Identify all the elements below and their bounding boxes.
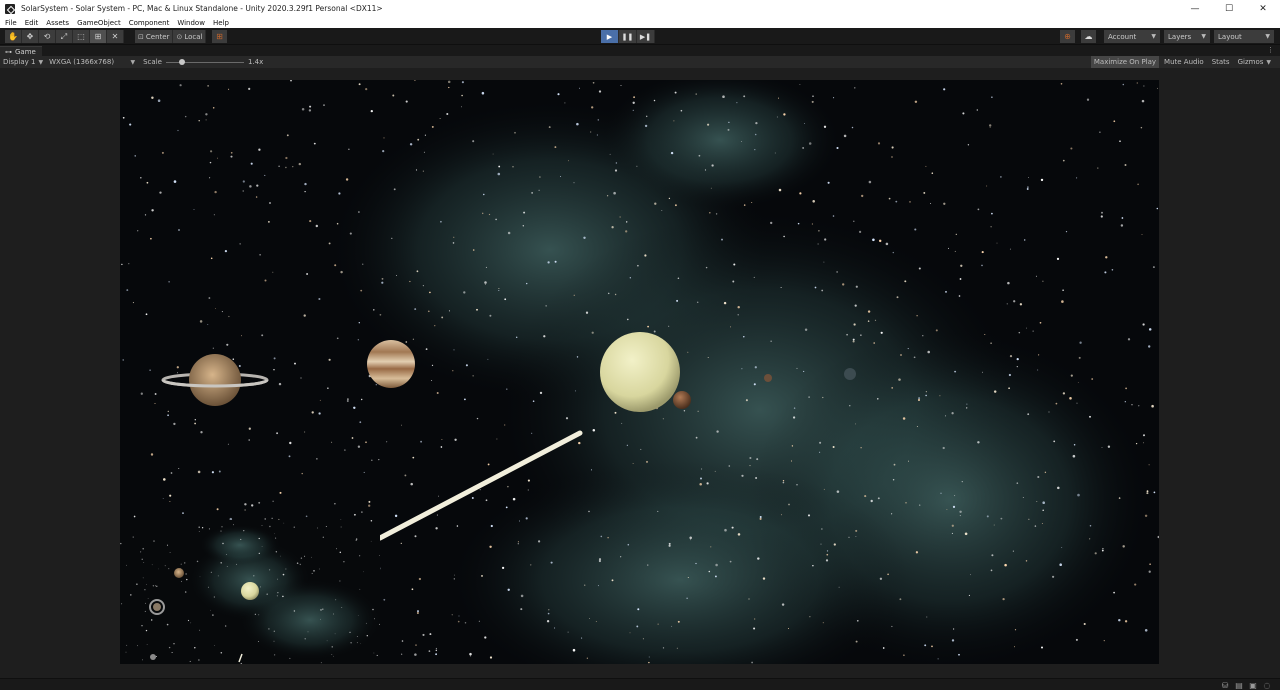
- chevron-down-icon: ▼: [130, 58, 136, 66]
- status-bar: ⛁ ▤ ▣ ◌: [0, 678, 1280, 690]
- jupiter-planet: [367, 340, 415, 388]
- scale-value: 1.4x: [247, 58, 264, 66]
- small-planet: [844, 368, 856, 380]
- game-view-toggles: Maximize On Play Mute Audio Stats Gizmos…: [1089, 56, 1274, 68]
- window-title-bar: SolarSystem - Solar System - PC, Mac & L…: [0, 0, 1280, 17]
- sun: [600, 332, 680, 412]
- move-tool-icon[interactable]: ✥: [22, 30, 39, 43]
- layout-dropdown[interactable]: Layout ▼: [1214, 30, 1274, 43]
- step-button[interactable]: ▶❚: [637, 30, 655, 43]
- debug-icon[interactable]: ◌: [1262, 680, 1272, 690]
- pivot-icon: ⊡: [138, 32, 144, 41]
- pivot-controls: ⊡ Center ⊙ Local: [135, 30, 207, 43]
- pivot-center-button[interactable]: ⊡ Center: [135, 30, 174, 43]
- custom-tool-icon[interactable]: ✕: [107, 30, 124, 43]
- menu-component[interactable]: Component: [129, 19, 170, 27]
- progress-icon[interactable]: ▤: [1234, 680, 1244, 690]
- gamepad-icon: ⊶: [5, 47, 12, 56]
- menu-window[interactable]: Window: [177, 19, 205, 27]
- menu-help[interactable]: Help: [213, 19, 229, 27]
- scene-render: [120, 80, 1159, 664]
- account-tools: ⊕ ☁ Account ▼ Layers ▼ Layout ▼: [1060, 30, 1274, 43]
- rotate-tool-icon[interactable]: ⟲: [39, 30, 56, 43]
- mute-audio-toggle[interactable]: Mute Audio: [1161, 56, 1207, 68]
- game-viewport[interactable]: [120, 80, 1159, 664]
- menu-gameobject[interactable]: GameObject: [77, 19, 121, 27]
- chevron-down-icon: ▼: [1266, 58, 1271, 66]
- chevron-down-icon: ▼: [1201, 33, 1206, 40]
- pause-button[interactable]: ❚❚: [619, 30, 637, 43]
- resolution-label: WXGA (1366x768): [49, 58, 115, 66]
- play-button[interactable]: ▶: [601, 30, 619, 43]
- maximize-on-play-toggle[interactable]: Maximize On Play: [1090, 56, 1160, 68]
- game-view-toolbar: Display 1 ▼ WXGA (1366x768) ▼ Scale 1.4x…: [0, 56, 1280, 68]
- account-dropdown[interactable]: Account ▼: [1104, 30, 1160, 43]
- layout-label: Layout: [1218, 32, 1242, 41]
- window-controls: — ☐ ✕: [1178, 0, 1280, 17]
- cache-server-icon[interactable]: ⛁: [1220, 680, 1230, 690]
- display-label: Display 1: [3, 58, 36, 66]
- chevron-down-icon: ▼: [1151, 33, 1156, 40]
- scale-label: Scale: [143, 58, 162, 66]
- collab-icon[interactable]: ⊕: [1060, 30, 1075, 43]
- scale-slider[interactable]: [165, 58, 244, 65]
- tab-game[interactable]: ⊶ Game: [0, 46, 42, 56]
- pivot-local-button[interactable]: ⊙ Local: [173, 30, 207, 43]
- rect-tool-icon[interactable]: ⬚: [73, 30, 90, 43]
- pivot-label: Center: [145, 32, 170, 41]
- small-planet: [673, 391, 691, 409]
- menu-file[interactable]: File: [5, 19, 17, 27]
- transform-tool-icon[interactable]: ⊞: [90, 30, 107, 43]
- scale-slider-handle[interactable]: [178, 58, 185, 65]
- menu-bar: File Edit Assets GameObject Component Wi…: [0, 17, 1280, 28]
- chevron-down-icon: ▼: [1265, 33, 1270, 40]
- layers-label: Layers: [1168, 32, 1192, 41]
- window-title: SolarSystem - Solar System - PC, Mac & L…: [21, 4, 383, 13]
- gizmos-label: Gizmos: [1237, 58, 1264, 66]
- cloud-icon[interactable]: ☁: [1081, 30, 1096, 43]
- account-label: Account: [1108, 32, 1137, 41]
- display-dropdown[interactable]: Display 1 ▼: [3, 58, 43, 66]
- unity-logo-icon: [5, 3, 15, 14]
- minimap-camera: [120, 520, 380, 664]
- small-planet: [764, 374, 772, 382]
- resolution-dropdown[interactable]: WXGA (1366x768) ▼: [49, 58, 135, 66]
- tab-game-label: Game: [15, 47, 36, 56]
- maximize-button[interactable]: ☐: [1212, 0, 1246, 17]
- main-toolbar: ✋ ✥ ⟲ ⤢ ⬚ ⊞ ✕ ⊡ Center ⊙ Local ⊞ ▶ ❚❚ ▶❚…: [0, 28, 1280, 45]
- tab-menu-icon[interactable]: ⋮: [1267, 46, 1274, 54]
- rotation-label: Local: [184, 32, 203, 41]
- stats-toggle[interactable]: Stats: [1209, 56, 1233, 68]
- menu-assets[interactable]: Assets: [46, 19, 69, 27]
- playback-controls: ▶ ❚❚ ▶❚: [601, 30, 655, 43]
- scale-control: Scale 1.4x: [143, 58, 263, 66]
- transform-tools: ✋ ✥ ⟲ ⤢ ⬚ ⊞ ✕: [5, 30, 124, 43]
- hand-tool-icon[interactable]: ✋: [5, 30, 22, 43]
- grid-snap-icon[interactable]: ⊞: [212, 30, 227, 43]
- scale-tool-icon[interactable]: ⤢: [56, 30, 73, 43]
- close-button[interactable]: ✕: [1246, 0, 1280, 17]
- layers-dropdown[interactable]: Layers ▼: [1164, 30, 1210, 43]
- menu-edit[interactable]: Edit: [25, 19, 39, 27]
- local-icon: ⊙: [176, 32, 183, 41]
- build-icon[interactable]: ▣: [1248, 680, 1258, 690]
- chevron-down-icon: ▼: [38, 58, 44, 66]
- tab-bar: ⊶ Game ⋮: [0, 46, 1280, 56]
- gizmos-dropdown[interactable]: Gizmos ▼: [1235, 56, 1274, 68]
- status-icons: ⛁ ▤ ▣ ◌: [1216, 680, 1272, 690]
- minimize-button[interactable]: —: [1178, 0, 1212, 17]
